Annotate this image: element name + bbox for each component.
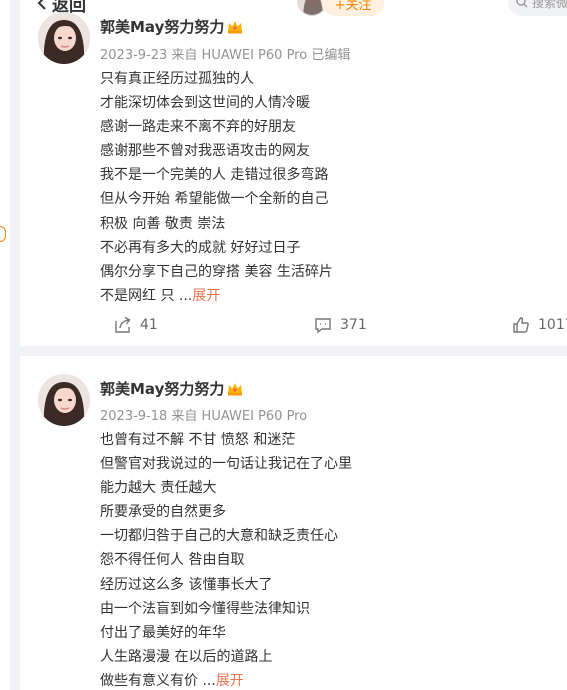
back-button[interactable]: 返回: [36, 0, 86, 16]
user-name-row[interactable]: 郭美May努力努力: [100, 378, 243, 399]
post-line: 但警官对我说过的一句话让我记在了心里: [100, 456, 352, 473]
post-line: 付出了最美好的年华: [100, 624, 226, 641]
post-date[interactable]: 2023-9-18: [100, 409, 167, 424]
avatar[interactable]: [38, 12, 90, 64]
edited-label: 已编辑: [311, 48, 351, 63]
post-line: 只有真正经历过孤独的人: [100, 71, 254, 87]
user-name[interactable]: 郭美May努力努力: [100, 378, 224, 399]
comment-icon: [315, 318, 331, 334]
like-button[interactable]: 1017: [512, 316, 567, 334]
post-line: 但从今开始 希望能做一个全新的自己: [100, 191, 329, 208]
user-name-row[interactable]: 郭美May努力努力: [100, 16, 243, 37]
post-line: 积极 向善 敬责 崇法: [100, 215, 226, 232]
action-bar: 41 371 1017: [20, 316, 567, 338]
post-meta: 2023-9-18 来自 HUAWEI P60 Pro: [100, 405, 307, 424]
expand-link[interactable]: 展开: [216, 673, 244, 689]
post-line: 偶尔分享下自己的穿搭 美容 生活碎片: [100, 263, 333, 280]
comment-count: 371: [340, 317, 367, 333]
post-line: 才能深切体会到这世间的人情冷暖: [100, 95, 310, 112]
post-date[interactable]: 2023-9-23: [100, 48, 167, 63]
avatar[interactable]: [38, 374, 90, 426]
post-text: 只有真正经历过孤独的人 才能深切体会到这世间的人情冷暖 感谢一路走来不离不弃的好…: [100, 67, 333, 308]
forward-icon: [115, 316, 131, 333]
post-line: 能力越大 责任越大: [100, 480, 217, 497]
post-last-line: 不是网红 只 ...展开: [100, 284, 333, 308]
chevron-left-icon: [37, 0, 46, 10]
comment-button[interactable]: 371: [314, 316, 367, 334]
post-card: 郭美May努力努力 2023-9-23 来自 HUAWEI P60 Pro 已编…: [20, 12, 567, 346]
post-line: 也曾有过不解 不甘 愤怒 和迷茫: [100, 432, 296, 448]
truncated-text: 做些有意义有价 ...: [100, 672, 216, 689]
post-line: 感谢那些不曾对我恶语攻击的网友: [100, 143, 310, 160]
search-icon: [516, 0, 528, 8]
side-tab[interactable]: [0, 226, 6, 242]
like-count: 1017: [538, 317, 567, 333]
post-line: 经历过这么多 该懂事长大了: [100, 576, 273, 593]
follow-button[interactable]: +关注: [322, 0, 384, 16]
post-text: 也曾有过不解 不甘 愤怒 和迷茫 但警官对我说过的一句话让我记在了心里 能力越大…: [100, 428, 352, 690]
expand-link[interactable]: 展开: [192, 288, 220, 304]
post-line: 所要承受的自然更多: [100, 504, 226, 521]
left-panel: [0, 0, 10, 690]
truncated-text: 不是网红 只 ...: [100, 287, 193, 304]
post-source: 来自 HUAWEI P60 Pro: [171, 409, 308, 424]
post-line: 由一个法盲到如今懂得些法律知识: [100, 600, 310, 617]
post-line: 一切都归咎于自己的大意和缺乏责任心: [100, 528, 338, 545]
user-name[interactable]: 郭美May努力努力: [100, 16, 224, 37]
post-source: 来自 HUAWEI P60 Pro: [171, 48, 308, 63]
post-last-line: 做些有意义有价 ...展开: [100, 669, 352, 690]
post-card: 郭美May努力努力 2023-9-18 来自 HUAWEI P60 Pro 也曾…: [20, 356, 567, 690]
top-bar: [20, 0, 567, 16]
thumbs-up-icon: [513, 317, 529, 333]
post-meta: 2023-9-23 来自 HUAWEI P60 Pro 已编辑: [100, 44, 350, 63]
crown-icon: [228, 20, 243, 33]
post-line: 感谢一路走来不离不弃的好朋友: [100, 119, 296, 136]
crown-icon: [228, 382, 243, 395]
post-line: 我不是一个完美的人 走错过很多弯路: [100, 167, 329, 184]
post-line: 人生路漫漫 在以后的道路上: [100, 648, 273, 665]
post-line: 不必再有多大的成就 好好过日子: [100, 239, 301, 256]
post-line: 怨不得任何人 咎由自取: [100, 552, 245, 569]
search-placeholder: 搜索微: [532, 0, 567, 10]
forward-count: 41: [140, 317, 158, 333]
search-input[interactable]: 搜索微: [508, 0, 567, 16]
forward-button[interactable]: 41: [114, 316, 158, 334]
